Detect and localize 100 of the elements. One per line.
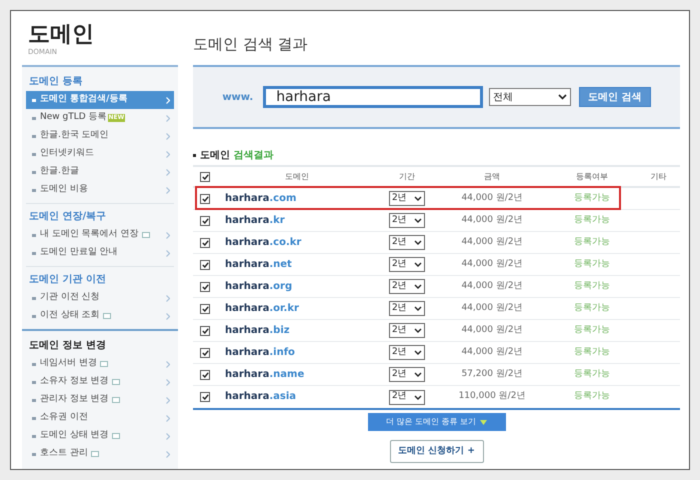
checkbox[interactable] <box>200 216 210 226</box>
availability-status: 등록가능 <box>574 346 610 359</box>
domain-name: harhara.info <box>224 346 295 358</box>
sidebar-item-label: 도메인 만료일 안내 <box>40 246 118 260</box>
sidebar-item-label: 소유권 이전 <box>40 411 88 424</box>
bullet-icon <box>32 296 36 300</box>
bullet-icon <box>32 434 36 438</box>
period-dropdown[interactable]: 2년 <box>389 367 425 382</box>
domain-name: harhara.or.kr <box>224 302 299 314</box>
period-dropdown[interactable]: 2년 <box>389 345 425 360</box>
sidebar-item[interactable]: 도메인 만료일 안내 <box>26 244 174 262</box>
price-text: 57,200 원/2년 <box>461 368 523 381</box>
sidebar-item-label: 소유자 정보 변경 <box>40 375 109 388</box>
chevron-right-icon <box>166 360 170 368</box>
sidebar-item[interactable]: 기관 이전 신청 <box>26 289 174 307</box>
scope-dropdown[interactable]: 전체 <box>489 88 572 106</box>
sidebar-group-title: 도메인 기관 이전 <box>29 272 106 286</box>
sidebar-item[interactable]: 이전 상태 조회 <box>26 307 174 325</box>
sidebar-item-label: 내 도메인 목록에서 연장 <box>40 228 139 242</box>
page-title: 도메인 검색 결과 <box>193 34 308 55</box>
sidebar-item[interactable]: 네임서버 변경 <box>26 355 174 373</box>
sidebar-item[interactable]: 소유권 이전 <box>26 409 174 427</box>
column-header: 금액 <box>484 170 500 182</box>
checkbox[interactable] <box>200 392 210 402</box>
domain-name: harhara.com <box>224 192 296 204</box>
period-dropdown[interactable]: 2년 <box>389 213 425 228</box>
bullet-icon <box>32 134 36 138</box>
sidebar-item-label: 도메인 통합검색/등록 <box>40 93 128 106</box>
sidebar-item[interactable]: 호스트 관리 <box>26 445 174 463</box>
chevron-down-icon <box>414 196 422 201</box>
checkbox[interactable] <box>200 326 210 336</box>
sidebar-item[interactable]: 소유자 정보 변경 <box>26 373 174 391</box>
availability-status: 등록가능 <box>574 324 610 337</box>
checkbox[interactable] <box>200 238 210 248</box>
sidebar-item[interactable]: 인터넷키워드 <box>26 145 174 163</box>
period-dropdown[interactable]: 2년 <box>389 279 425 294</box>
column-header: 기간 <box>399 170 415 182</box>
period-dropdown[interactable]: 2년 <box>389 390 425 404</box>
chevron-down-icon <box>414 218 422 223</box>
bullet-icon <box>32 380 36 384</box>
sidebar-item[interactable]: 내 도메인 목록에서 연장 <box>26 226 174 244</box>
chevron-right-icon <box>166 414 170 422</box>
checkbox[interactable] <box>200 194 210 204</box>
chevron-down-icon <box>414 372 422 377</box>
domain-name: harhara.asia <box>224 391 296 402</box>
sidebar-item-label: 인터넷키워드 <box>40 147 94 160</box>
period-dropdown[interactable]: 2년 <box>389 235 425 250</box>
chevron-down-icon <box>414 306 422 311</box>
chevron-right-icon <box>166 168 170 176</box>
checkbox[interactable] <box>200 172 210 182</box>
price-text: 44,000 원/2년 <box>461 302 523 315</box>
price-text: 44,000 원/2년 <box>461 346 523 359</box>
sidebar-item-label: 관리자 정보 변경 <box>40 393 109 406</box>
bullet-icon <box>32 398 36 402</box>
sidebar-group-title: 도메인 등록 <box>29 74 82 88</box>
period-dropdown[interactable]: 2년 <box>389 257 425 272</box>
period-dropdown[interactable]: 2년 <box>389 191 425 206</box>
bullet-icon <box>32 116 36 120</box>
sidebar-item-label: 호스트 관리 <box>40 447 88 460</box>
sidebar-item-label: 네임서버 변경 <box>40 357 97 370</box>
period-dropdown[interactable]: 2년 <box>389 323 425 338</box>
availability-status: 등록가능 <box>574 258 610 271</box>
sidebar-item-label: 도메인 상태 변경 <box>40 429 109 442</box>
price-text: 44,000 원/2년 <box>461 258 523 271</box>
checkbox[interactable] <box>200 304 210 314</box>
sidebar-item[interactable]: 한글.한글 <box>26 163 174 181</box>
checkbox[interactable] <box>200 260 210 270</box>
period-dropdown[interactable]: 2년 <box>389 301 425 316</box>
logo-title: 도메인 <box>28 23 94 47</box>
bullet-icon <box>32 170 36 174</box>
more-domains-button[interactable]: 더 많은 도메인 종류 보기 <box>368 413 506 431</box>
domain-name: harhara.org <box>224 280 292 292</box>
chevron-down-icon <box>414 284 422 289</box>
sidebar-item[interactable]: 관리자 정보 변경 <box>26 391 174 409</box>
sidebar-item[interactable]: 도메인 비용 <box>26 181 174 199</box>
sidebar-item[interactable]: 도메인 상태 변경 <box>26 427 174 445</box>
checkbox[interactable] <box>200 282 210 292</box>
column-header: 도메인 <box>285 170 309 182</box>
checkbox[interactable] <box>200 370 210 380</box>
availability-status: 등록가능 <box>574 214 610 227</box>
chevron-right-icon <box>166 132 170 140</box>
bullet-icon <box>32 362 36 366</box>
checkbox[interactable] <box>200 348 210 358</box>
url-prefix: www. <box>222 90 254 104</box>
sidebar-item-label: 기관 이전 신청 <box>40 291 100 304</box>
apply-domain-button[interactable]: 도메인 신청하기 + <box>390 440 484 463</box>
price-text: 44,000 원/2년 <box>461 214 523 227</box>
sidebar-item[interactable]: 한글.한국 도메인 <box>26 127 174 145</box>
triangle-down-icon <box>480 420 488 424</box>
chevron-right-icon <box>166 378 170 386</box>
bullet-icon <box>32 234 36 236</box>
search-field[interactable]: harhara <box>263 86 484 108</box>
price-text: 110,000 원/2년 <box>458 390 526 404</box>
chevron-right-icon <box>166 450 170 458</box>
domain-name: harhara.biz <box>224 324 290 336</box>
chevron-down-icon <box>414 240 422 245</box>
domain-name: harhara.co.kr <box>224 236 302 248</box>
price-text: 44,000 원/2년 <box>461 236 523 249</box>
bullet-icon <box>32 314 36 318</box>
sidebar-item-label: 도메인 비용 <box>40 183 88 196</box>
